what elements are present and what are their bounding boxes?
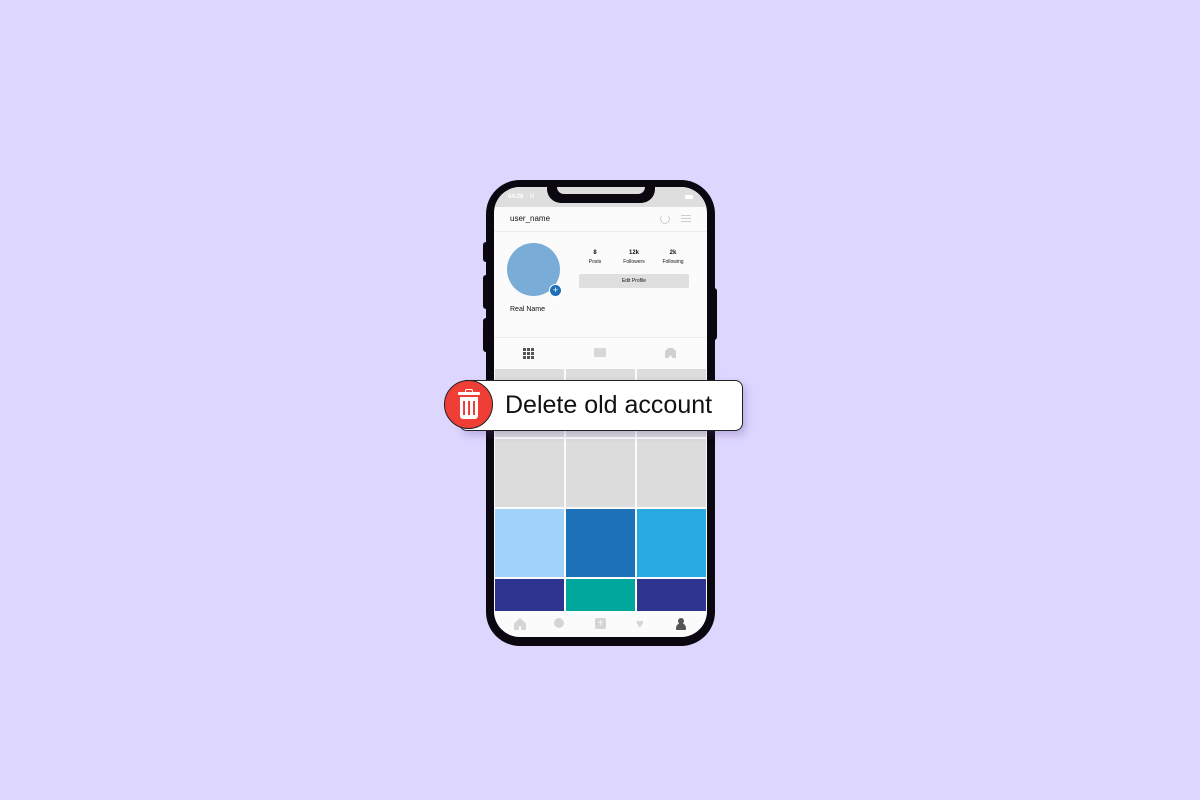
trash-icon [444, 380, 493, 429]
stat-value: 12k [628, 250, 639, 256]
profile-icon[interactable] [675, 618, 687, 630]
add-post-icon[interactable]: + [595, 618, 606, 629]
mute-switch [483, 242, 490, 262]
feed-view-icon[interactable] [594, 348, 606, 357]
real-name: Real Name [510, 306, 546, 313]
post-thumbnail[interactable] [495, 509, 564, 577]
profile-header: user_name [494, 207, 707, 232]
heart-icon[interactable]: ♥ [636, 617, 648, 630]
stat-posts[interactable]: 8 Posts [578, 250, 612, 265]
post-thumbnail[interactable] [566, 509, 635, 577]
refresh-icon[interactable] [660, 214, 670, 224]
post-thumbnail[interactable] [637, 439, 706, 507]
stat-following[interactable]: 2k Following [656, 250, 690, 265]
hamburger-menu-icon[interactable] [681, 215, 691, 224]
delete-account-label: Delete old account [505, 391, 713, 419]
stat-label: Following [662, 259, 684, 265]
edit-profile-button[interactable]: Edit Profile [579, 274, 689, 288]
delete-account-banner[interactable]: Delete old account [459, 380, 743, 431]
stat-label: Followers [623, 259, 645, 265]
volume-up-button [483, 275, 490, 309]
status-time: 04:28 [508, 194, 524, 200]
notch [547, 187, 655, 203]
post-thumbnail[interactable] [495, 439, 564, 507]
profile-tabs [494, 345, 707, 363]
signal-icon: lll [530, 194, 534, 200]
post-thumbnail[interactable] [566, 439, 635, 507]
tagged-icon[interactable] [665, 348, 676, 358]
bottom-nav: + ♥ [494, 611, 707, 637]
volume-down-button [483, 318, 490, 352]
stat-value: 8 [593, 250, 597, 256]
battery-icon [685, 195, 693, 199]
username: user_name [510, 214, 551, 223]
grid-view-icon[interactable] [523, 348, 535, 359]
search-icon[interactable] [554, 618, 564, 628]
power-button [710, 288, 717, 340]
post-thumbnail[interactable] [637, 509, 706, 577]
stat-label: Posts [588, 259, 602, 265]
stat-followers[interactable]: 12k Followers [617, 250, 651, 265]
divider [494, 337, 707, 338]
stat-value: 2k [669, 250, 677, 256]
home-icon[interactable] [514, 618, 526, 630]
add-story-icon[interactable]: + [549, 284, 562, 297]
